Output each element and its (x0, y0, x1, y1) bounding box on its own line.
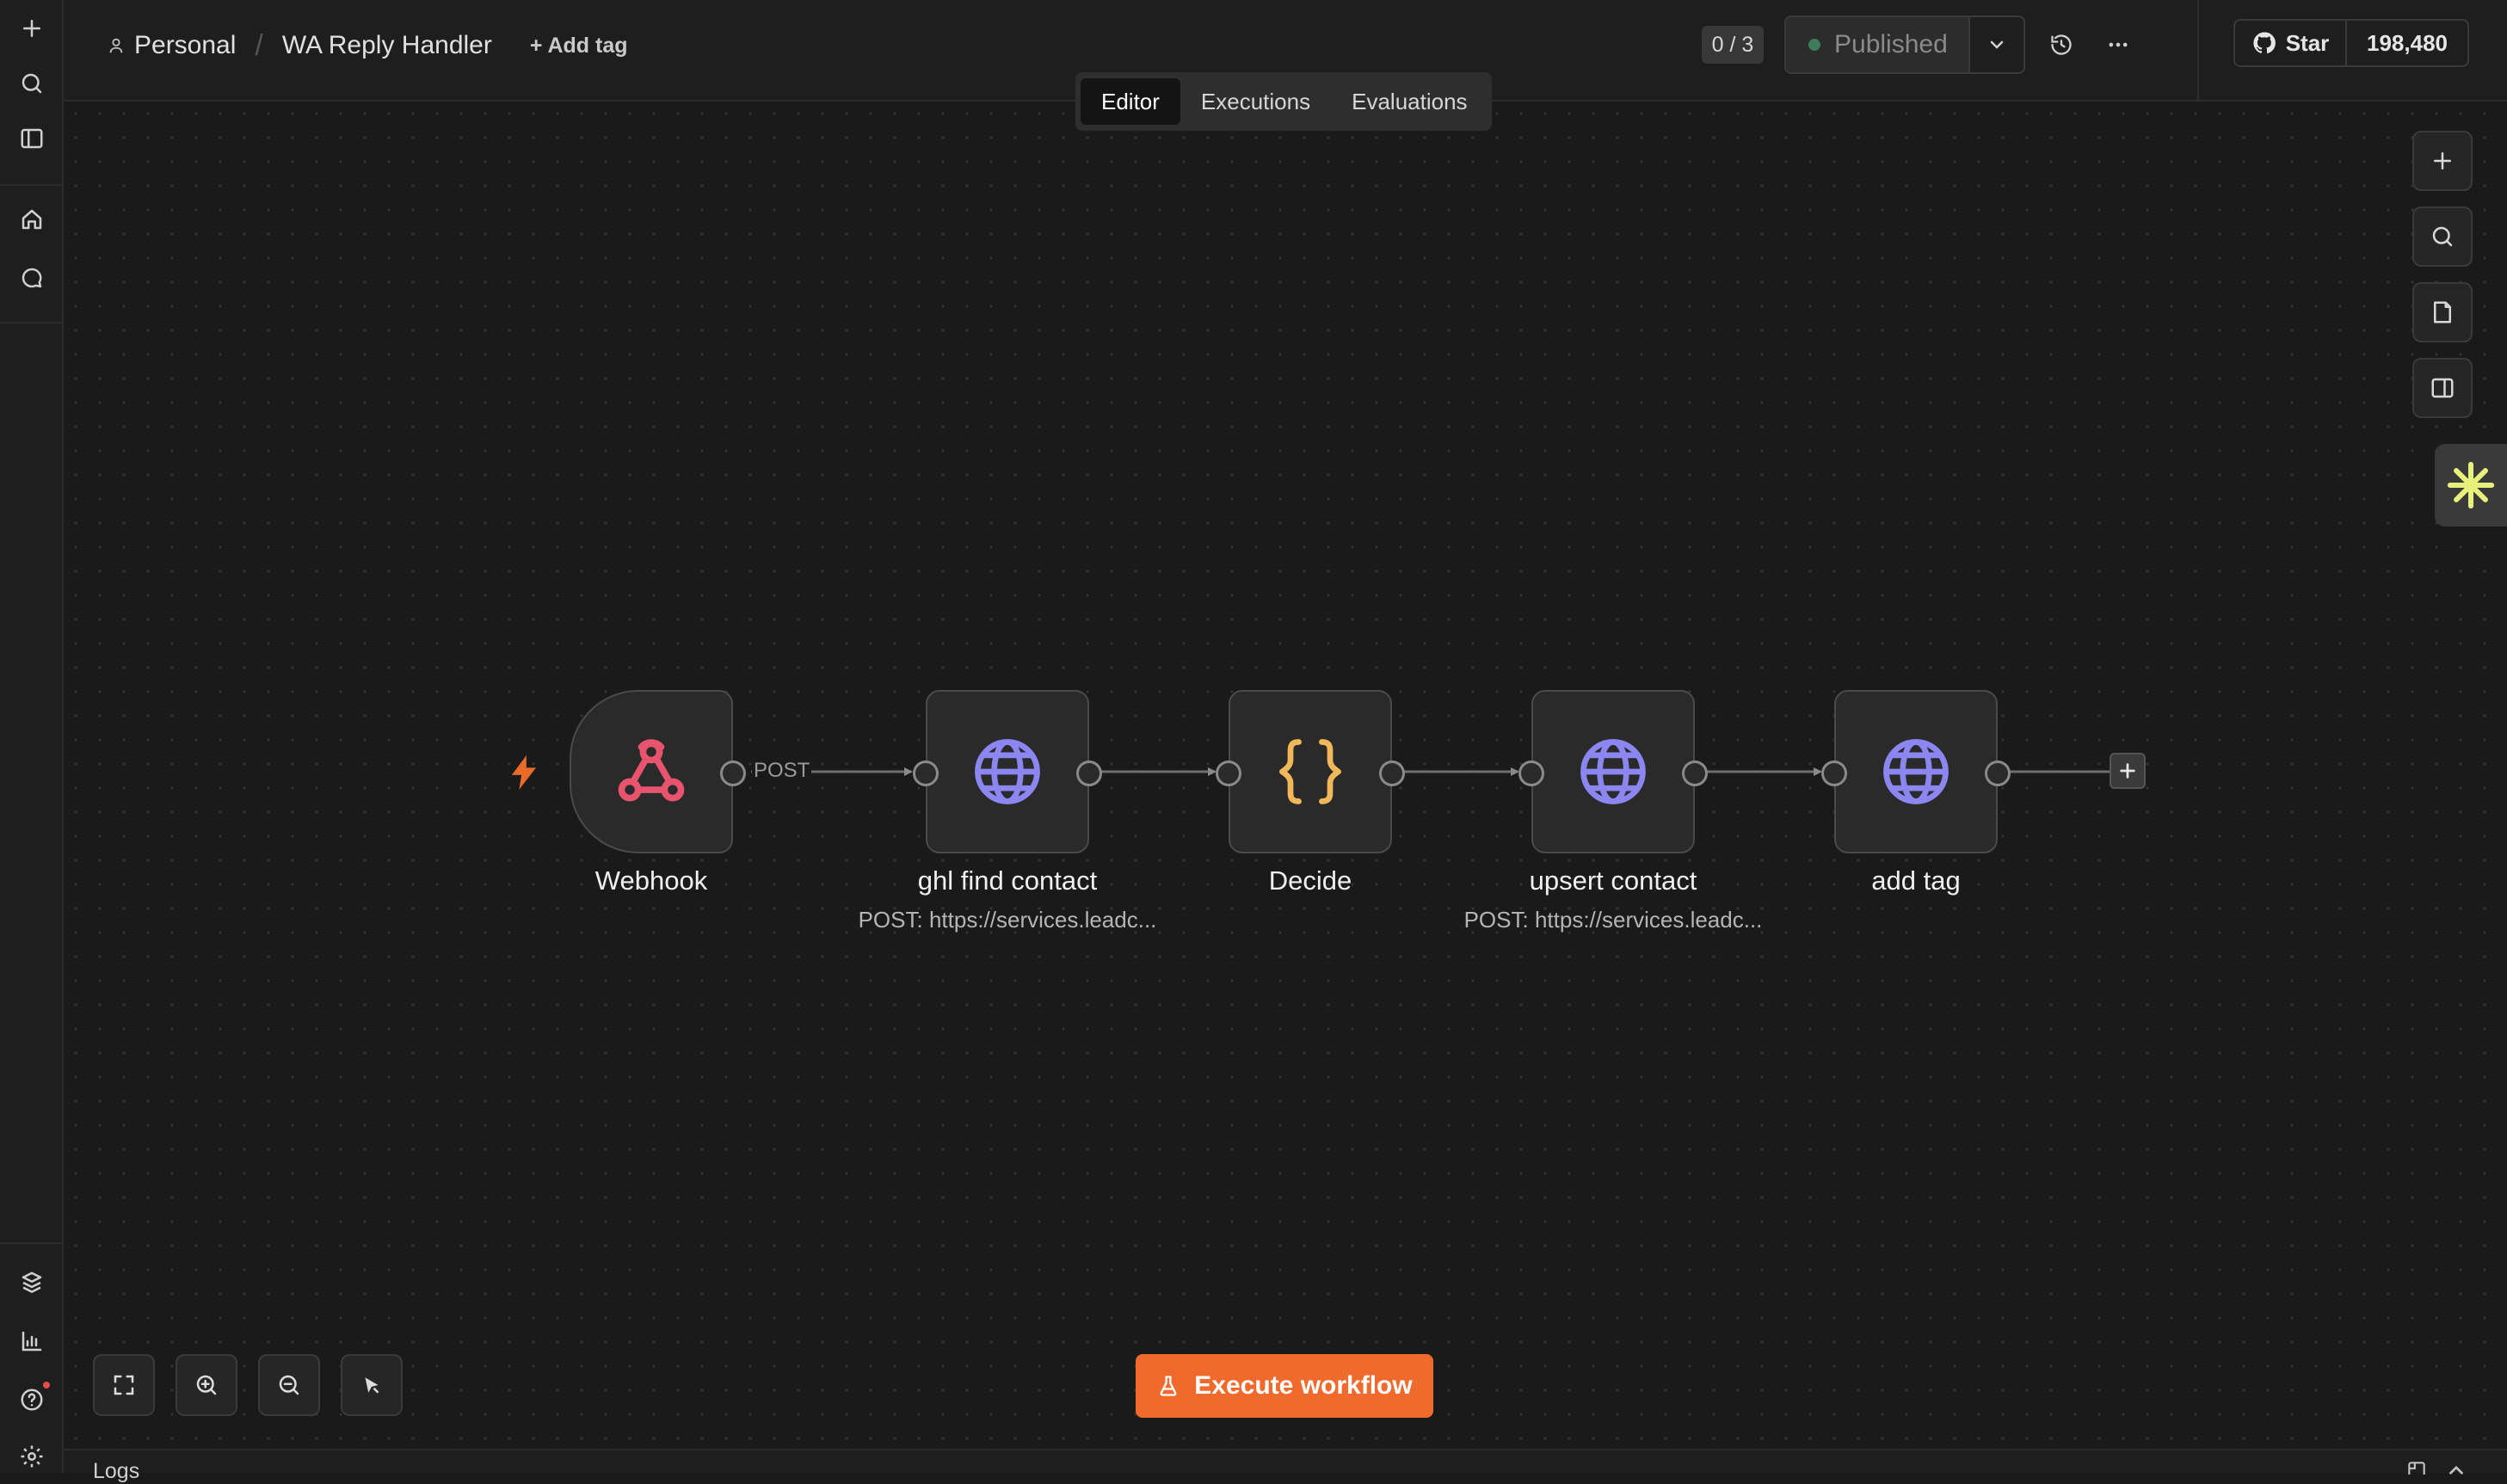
webhook-icon (618, 739, 685, 802)
more-options-icon[interactable] (2097, 24, 2139, 65)
output-handle[interactable] (1682, 760, 1708, 786)
output-handle[interactable] (1985, 760, 2011, 786)
input-handle[interactable] (913, 760, 939, 786)
left-sidebar (0, 0, 64, 1473)
input-handle[interactable] (1518, 760, 1544, 786)
chevron-up-icon[interactable] (2445, 1459, 2467, 1475)
node-webhook[interactable] (570, 690, 746, 853)
sticky-note-icon (2434, 301, 2451, 323)
output-handle[interactable] (1076, 760, 1102, 786)
workflow-name[interactable]: WA Reply Handler (282, 31, 492, 60)
tab-executions[interactable]: Executions (1180, 78, 1331, 125)
globe-icon (1883, 739, 1949, 804)
tab-evaluations[interactable]: Evaluations (1331, 78, 1488, 125)
add-sticky-note-button[interactable] (2412, 282, 2473, 342)
github-star-widget[interactable]: Star 198,480 (2233, 19, 2469, 67)
output-handle[interactable] (720, 760, 746, 786)
trigger-bolt-icon (511, 755, 537, 790)
code-braces-icon (1279, 739, 1341, 804)
zoom-in-icon (196, 1375, 217, 1395)
chevron-down-icon (1990, 40, 2004, 49)
sidebar-divider (0, 322, 64, 323)
publish-status-label: Published (1834, 30, 1948, 58)
node-add-tag[interactable] (1821, 690, 2011, 853)
toggle-panel-button[interactable] (2412, 358, 2473, 418)
home-icon[interactable] (10, 198, 53, 241)
publish-control: Published (1784, 15, 2025, 74)
plus-icon (2120, 763, 2135, 779)
node-subtitle: POST: https://services.leadc... (1463, 907, 1763, 933)
zoom-out-button[interactable] (258, 1354, 320, 1416)
node-ghl-find-contact[interactable] (913, 690, 1102, 853)
github-star-label: Star (2285, 29, 2330, 56)
zoom-in-button[interactable] (176, 1354, 237, 1416)
tidy-up-button[interactable] (341, 1354, 403, 1416)
node-label: add tag (1871, 865, 1961, 896)
zoom-out-icon (279, 1375, 299, 1395)
logs-panel-bar[interactable]: Logs (64, 1449, 2507, 1483)
sidebar-divider (0, 1242, 64, 1244)
app-window: Personal / WA Reply Handler + Add tag 0 … (0, 0, 2507, 1483)
input-handle[interactable] (1821, 760, 1847, 786)
status-dot (1808, 39, 1820, 51)
globe-icon (1580, 739, 1646, 804)
add-icon[interactable] (10, 7, 53, 50)
view-tabs: Editor Executions Evaluations (1075, 72, 1492, 131)
active-counter-badge: 0 / 3 (1702, 26, 1764, 64)
open-nodes-panel-button[interactable] (2412, 131, 2473, 191)
github-icon (2253, 32, 2276, 54)
node-decide[interactable] (1216, 690, 1405, 853)
notification-dot (43, 1382, 50, 1389)
user-icon (109, 38, 123, 53)
search-icon[interactable] (10, 62, 53, 105)
chat-icon[interactable] (10, 256, 53, 299)
zoom-to-fit-button[interactable] (93, 1354, 155, 1416)
pop-out-icon[interactable] (2405, 1459, 2428, 1475)
tab-editor[interactable]: Editor (1081, 78, 1180, 125)
sparkle-icon (2447, 461, 2495, 509)
sidebar-divider (0, 184, 64, 186)
project-name: Personal (134, 31, 237, 59)
toggle-sidebar-icon[interactable] (10, 117, 53, 160)
add-node-button[interactable] (2110, 753, 2146, 789)
plus-icon (2434, 152, 2451, 169)
output-handle[interactable] (1379, 760, 1405, 786)
settings-icon[interactable] (10, 1435, 53, 1478)
node-label: Webhook (594, 865, 708, 896)
history-icon[interactable] (2041, 24, 2082, 65)
ai-assistant-button[interactable] (2435, 444, 2507, 526)
magic-wand-icon (365, 1377, 379, 1394)
canvas-search-button[interactable] (2412, 206, 2473, 267)
edge-label: POST (752, 759, 812, 783)
templates-icon[interactable] (10, 1261, 53, 1304)
node-subtitle: POST: https://services.leadc... (858, 907, 1157, 933)
github-star-count: 198,480 (2367, 29, 2448, 56)
workflow-canvas[interactable]: POST Webhook ghl find contact POST: http… (64, 102, 2507, 1449)
publish-dropdown-button[interactable] (1968, 17, 2023, 72)
project-crumb[interactable]: Personal (107, 31, 236, 60)
breadcrumb: Personal / WA Reply Handler + Add tag (107, 28, 628, 64)
panel-icon (2431, 378, 2454, 398)
publish-button[interactable]: Published (1786, 17, 1968, 72)
search-icon (2432, 226, 2453, 247)
help-icon[interactable] (10, 1378, 53, 1421)
add-tag-button[interactable]: + Add tag (530, 34, 628, 58)
github-star-button[interactable]: Star (2235, 21, 2347, 65)
execute-workflow-label: Execute workflow (1194, 1371, 1413, 1400)
header-divider (2197, 0, 2199, 102)
logs-title: Logs (93, 1459, 140, 1483)
fit-view-icon (114, 1375, 134, 1395)
flask-icon (1160, 1376, 1177, 1396)
execute-workflow-button[interactable]: Execute workflow (1136, 1354, 1433, 1418)
globe-icon (975, 739, 1040, 804)
insights-icon[interactable] (10, 1320, 53, 1363)
breadcrumb-separator: / (255, 28, 263, 62)
input-handle[interactable] (1216, 760, 1241, 786)
node-upsert-contact[interactable] (1518, 690, 1708, 853)
